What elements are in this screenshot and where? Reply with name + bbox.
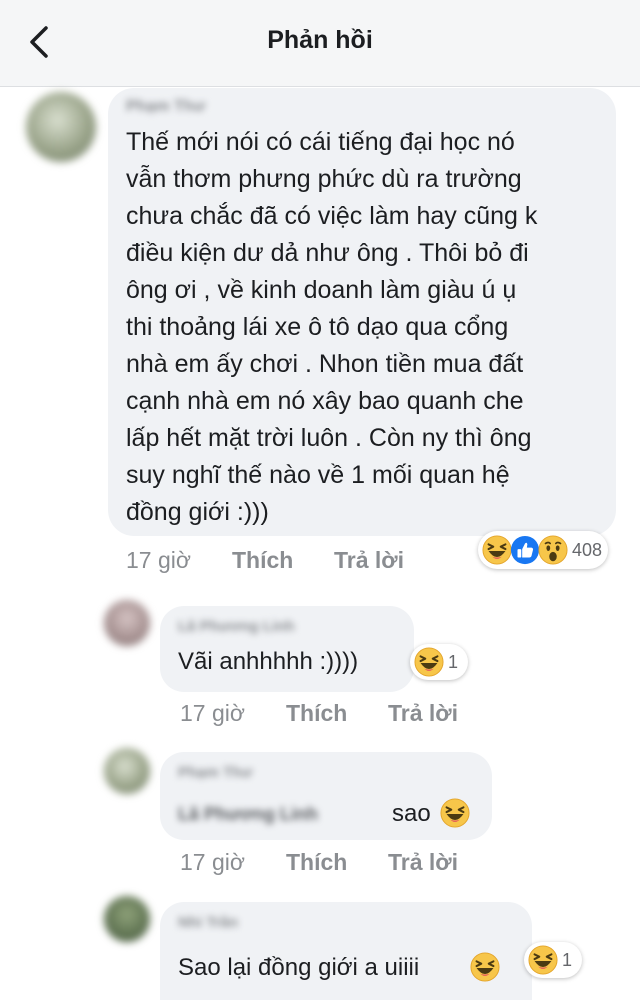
timestamp: 17 giờ [180, 849, 245, 875]
avatar[interactable] [104, 600, 150, 646]
comment-bubble: Nhi Trần Sao lại đồng giới a uiiii [160, 902, 532, 1000]
haha-icon [414, 647, 444, 677]
comment-line: nhà em ấy chơi . Nhon tiền mua đất [126, 350, 524, 378]
comment-line: suy nghĩ thế nào về 1 mối quan hệ [126, 461, 510, 489]
like-button[interactable]: Thích [286, 849, 347, 876]
like-icon [510, 535, 540, 565]
comment-line: đồng giới :))) [126, 498, 269, 526]
reaction-summary[interactable]: 408 [478, 531, 608, 569]
comment-line: lấp hết mặt trời luôn . Còn ny thì ông [126, 424, 532, 452]
comment-text: Sao lại đồng giới a uiiii [178, 954, 420, 981]
comment-line: chưa chắc đã có việc làm hay cũng k [126, 202, 538, 230]
comment-line: cạnh nhà em nó xây bao quanh che [126, 387, 524, 415]
comment-line: vẫn thơm phưng phức dù ra trường [126, 165, 522, 193]
haha-icon [470, 952, 500, 982]
reply-button[interactable]: Trả lời [334, 547, 404, 574]
reply-button[interactable]: Trả lời [388, 700, 458, 727]
mention-tag[interactable]: Lã Phương Linh [178, 804, 318, 825]
timestamp: 17 giờ [180, 700, 245, 726]
comment-author[interactable]: Phạm Thư [178, 764, 252, 781]
wow-icon [538, 535, 568, 565]
comment-line: ông ơi , về kinh doanh làm giàu ú ụ [126, 276, 517, 304]
reply-button[interactable]: Trả lời [388, 849, 458, 876]
haha-icon [482, 535, 512, 565]
like-button[interactable]: Thích [286, 700, 347, 727]
reaction-count: 408 [572, 540, 603, 560]
comment-line: điều kiện dư dả như ông . Thôi bỏ đi [126, 239, 529, 267]
comment-bubble: Phạm Thư Thế mới nói có cái tiếng đại họ… [108, 88, 616, 536]
reaction-count: 1 [448, 652, 459, 672]
page-title: Phản hồi [267, 26, 373, 54]
comment-bubble: Lã Phương Linh Vãi anhhhhh :)))) [160, 606, 414, 692]
comment-text: Vãi anhhhhh :)))) [178, 648, 359, 675]
avatar[interactable] [104, 748, 150, 794]
avatar[interactable] [26, 92, 96, 162]
haha-icon [528, 945, 558, 975]
reaction-summary[interactable]: 1 [524, 942, 582, 978]
comment-text: sao [392, 800, 431, 827]
like-button[interactable]: Thích [232, 547, 293, 574]
avatar[interactable] [104, 896, 150, 942]
haha-icon [440, 798, 470, 828]
timestamp: 17 giờ [126, 547, 191, 573]
comment-author[interactable]: Nhi Trần [178, 914, 238, 931]
comment-author[interactable]: Phạm Thư [126, 98, 205, 116]
reaction-summary[interactable]: 1 [410, 644, 468, 680]
comment-bubble: Phạm Thư Lã Phương Linh sao [160, 752, 492, 840]
comment-author[interactable]: Lã Phương Linh [178, 618, 295, 635]
comment-line: Thế mới nói có cái tiếng đại học nó [126, 128, 515, 156]
comment-line: thi thoảng lái xe ô tô dạo qua cổng [126, 313, 509, 341]
reaction-count: 1 [562, 950, 573, 970]
top-bar: Phản hồi [0, 0, 640, 87]
